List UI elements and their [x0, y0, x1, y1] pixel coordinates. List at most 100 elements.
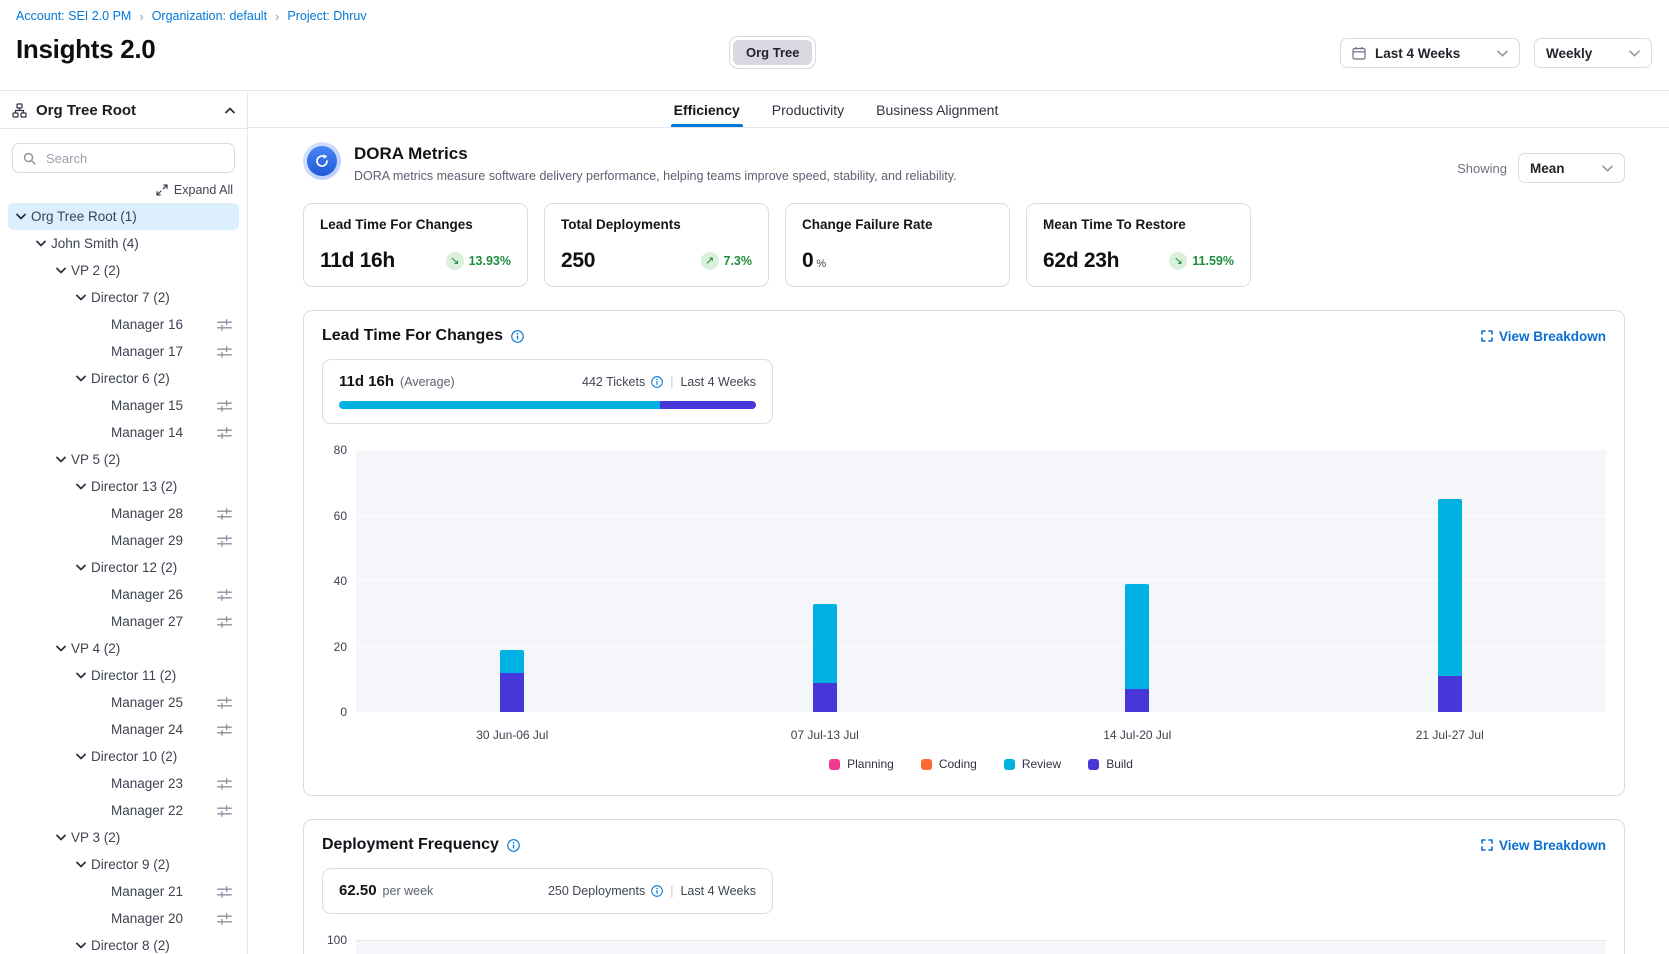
tree-item-director-6-2[interactable]: Director 6 (2) — [8, 365, 239, 392]
sliders-icon[interactable] — [217, 724, 232, 736]
bar-14-jul-20-jul[interactable] — [1125, 584, 1149, 712]
tree-item-org-tree-root-1[interactable]: Org Tree Root (1) — [8, 203, 239, 230]
chevron-down-icon[interactable] — [51, 834, 71, 841]
tree-item-director-8-2[interactable]: Director 8 (2) — [8, 932, 239, 954]
tree-item-manager-14[interactable]: Manager 14 — [8, 419, 239, 446]
bar-segment-review[interactable] — [813, 604, 837, 683]
sidebar-search[interactable] — [12, 143, 235, 173]
y-axis: 100 — [322, 933, 356, 954]
tree-item-manager-24[interactable]: Manager 24 — [8, 716, 239, 743]
bar-segment-build[interactable] — [1438, 676, 1462, 712]
tree-item-manager-17[interactable]: Manager 17 — [8, 338, 239, 365]
chevron-down-icon[interactable] — [71, 861, 91, 868]
tree-item-manager-23[interactable]: Manager 23 — [8, 770, 239, 797]
breadcrumb-link[interactable]: Organization: default — [152, 9, 267, 23]
tree-item-manager-25[interactable]: Manager 25 — [8, 689, 239, 716]
info-icon[interactable] — [507, 839, 520, 852]
tree-item-vp-3-2[interactable]: VP 3 (2) — [8, 824, 239, 851]
tree-item-vp-2-2[interactable]: VP 2 (2) — [8, 257, 239, 284]
bar-07-jul-13-jul[interactable] — [813, 604, 837, 712]
metric-card-mean-time-to-restore[interactable]: Mean Time To Restore62d 23h↘11.59% — [1026, 203, 1251, 287]
search-input[interactable] — [44, 150, 224, 167]
bar-segment-build[interactable] — [500, 673, 524, 712]
chevron-down-icon[interactable] — [71, 753, 91, 760]
date-range-select[interactable]: Last 4 Weeks — [1340, 38, 1520, 68]
chevron-down-icon[interactable] — [11, 213, 31, 220]
sliders-icon[interactable] — [217, 886, 232, 898]
info-icon[interactable] — [651, 885, 663, 897]
sliders-icon[interactable] — [217, 913, 232, 925]
legend-item-coding[interactable]: Coding — [921, 757, 977, 771]
tree-item-manager-26[interactable]: Manager 26 — [8, 581, 239, 608]
sliders-icon[interactable] — [217, 346, 232, 358]
sliders-icon[interactable] — [217, 616, 232, 628]
sliders-icon[interactable] — [217, 589, 232, 601]
chevron-down-icon[interactable] — [51, 456, 71, 463]
chevron-down-icon[interactable] — [71, 483, 91, 490]
tree-item-director-13-2[interactable]: Director 13 (2) — [8, 473, 239, 500]
org-tree-toggle-button[interactable]: Org Tree — [733, 40, 812, 65]
tree-item-vp-4-2[interactable]: VP 4 (2) — [8, 635, 239, 662]
tree-item-director-12-2[interactable]: Director 12 (2) — [8, 554, 239, 581]
sliders-icon[interactable] — [217, 778, 232, 790]
tree-item-john-smith-4[interactable]: John Smith (4) — [8, 230, 239, 257]
tree-item-manager-27[interactable]: Manager 27 — [8, 608, 239, 635]
bar-segment-review[interactable] — [1125, 584, 1149, 689]
info-icon[interactable] — [651, 376, 663, 388]
tree-item-manager-20[interactable]: Manager 20 — [8, 905, 239, 932]
breadcrumb-link[interactable]: Account: SEI 2.0 PM — [16, 9, 131, 23]
breadcrumb-link[interactable]: Project: Dhruv — [287, 9, 366, 23]
granularity-select[interactable]: Weekly — [1534, 38, 1652, 68]
tab-efficiency[interactable]: Efficiency — [674, 92, 740, 127]
tree-item-director-11-2[interactable]: Director 11 (2) — [8, 662, 239, 689]
lead-time-view-breakdown-link[interactable]: View Breakdown — [1481, 329, 1606, 344]
tab-business-alignment[interactable]: Business Alignment — [876, 92, 998, 127]
sliders-icon[interactable] — [217, 400, 232, 412]
tree-item-manager-15[interactable]: Manager 15 — [8, 392, 239, 419]
bar-30-jun-06-jul[interactable] — [500, 650, 524, 712]
tree-item-director-7-2[interactable]: Director 7 (2) — [8, 284, 239, 311]
collapse-sidebar-icon[interactable] — [225, 107, 235, 114]
tree-item-director-10-2[interactable]: Director 10 (2) — [8, 743, 239, 770]
tree-item-vp-5-2[interactable]: VP 5 (2) — [8, 446, 239, 473]
tree-item-manager-29[interactable]: Manager 29 — [8, 527, 239, 554]
deployment-view-breakdown-link[interactable]: View Breakdown — [1481, 838, 1606, 853]
sliders-icon[interactable] — [217, 508, 232, 520]
legend-item-planning[interactable]: Planning — [829, 757, 894, 771]
bar-segment-build[interactable] — [1125, 689, 1149, 712]
bar-segment-review[interactable] — [1438, 499, 1462, 676]
chevron-down-icon[interactable] — [71, 294, 91, 301]
chevron-down-icon[interactable] — [71, 942, 91, 949]
tree-item-manager-16[interactable]: Manager 16 — [8, 311, 239, 338]
legend-item-review[interactable]: Review — [1004, 757, 1061, 771]
tree-item-manager-28[interactable]: Manager 28 — [8, 500, 239, 527]
bar-21-jul-27-jul[interactable] — [1438, 499, 1462, 712]
tree-item-director-9-2[interactable]: Director 9 (2) — [8, 851, 239, 878]
metric-card-value: 11d 16h — [320, 249, 395, 273]
tree-item-manager-22[interactable]: Manager 22 — [8, 797, 239, 824]
legend-item-build[interactable]: Build — [1088, 757, 1133, 771]
bar-segment-review[interactable] — [500, 650, 524, 673]
sliders-icon[interactable] — [217, 535, 232, 547]
metric-card-lead-time-for-changes[interactable]: Lead Time For Changes11d 16h↘13.93% — [303, 203, 528, 287]
lead-time-panel: Lead Time For Changes View Breakdown 11d… — [303, 310, 1625, 796]
chevron-down-icon[interactable] — [71, 375, 91, 382]
chevron-down-icon[interactable] — [51, 267, 71, 274]
sliders-icon[interactable] — [217, 805, 232, 817]
sliders-icon[interactable] — [217, 319, 232, 331]
chevron-down-icon[interactable] — [71, 672, 91, 679]
chevron-down-icon[interactable] — [31, 240, 51, 247]
sliders-icon[interactable] — [217, 697, 232, 709]
showing-select[interactable]: Mean — [1518, 153, 1625, 183]
chevron-down-icon[interactable] — [51, 645, 71, 652]
expand-all-button[interactable]: Expand All — [0, 183, 233, 197]
tab-productivity[interactable]: Productivity — [772, 92, 844, 127]
metric-card-change-failure-rate[interactable]: Change Failure Rate0% — [785, 203, 1010, 287]
bar-segment-build[interactable] — [813, 683, 837, 712]
sliders-icon[interactable] — [217, 427, 232, 439]
deployment-chart: 100 — [322, 933, 1606, 954]
info-icon[interactable] — [511, 330, 524, 343]
tree-item-manager-21[interactable]: Manager 21 — [8, 878, 239, 905]
metric-card-total-deployments[interactable]: Total Deployments250↗7.3% — [544, 203, 769, 287]
chevron-down-icon[interactable] — [71, 564, 91, 571]
